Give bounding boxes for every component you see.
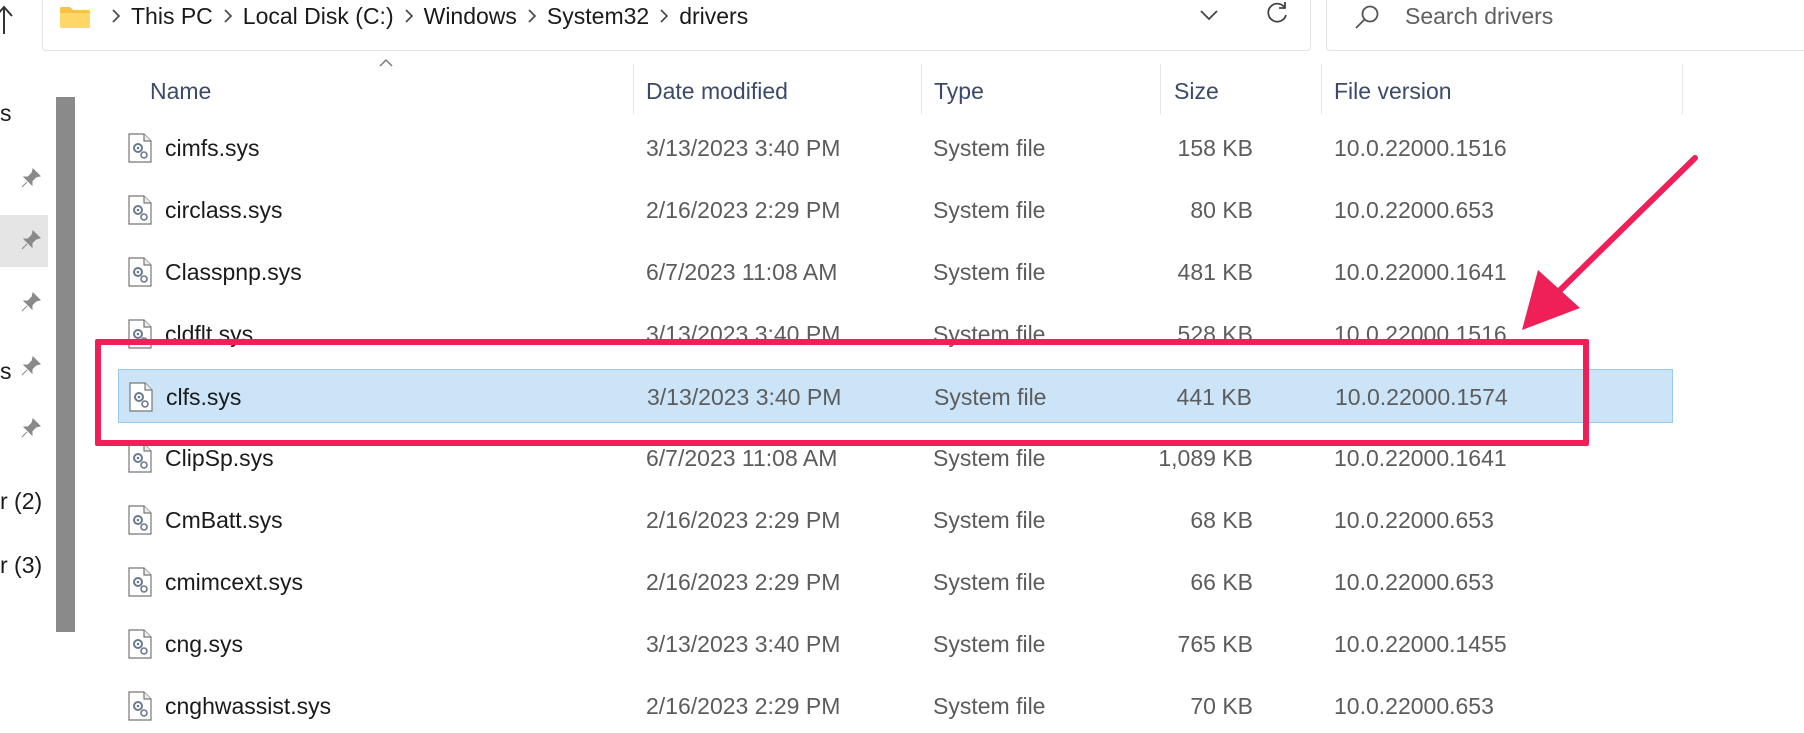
file-type: System file [933, 507, 1046, 533]
file-date-modified: 6/7/2023 11:08 AM [646, 259, 838, 285]
file-row[interactable]: CmBatt.sys 2/16/2023 2:29 PM System file 68… [118, 493, 1673, 547]
nav-item-label-fragment[interactable]: s [0, 100, 12, 127]
file-name: CmBatt.sys [165, 507, 283, 533]
highlight-rectangle [95, 339, 1589, 446]
navigation-pane: s s r (2) r (3) [0, 60, 50, 704]
file-type: System file [933, 693, 1046, 719]
system-file-icon [128, 629, 152, 659]
file-date-modified: 2/16/2023 2:29 PM [646, 197, 841, 223]
file-row[interactable]: cimfs.sys 3/13/2023 3:40 PM System file 158… [118, 121, 1673, 175]
file-type: System file [933, 569, 1046, 595]
breadcrumb-separator-icon[interactable] [217, 9, 239, 23]
file-type: System file [933, 135, 1046, 161]
breadcrumb-separator-icon[interactable] [521, 9, 543, 23]
breadcrumb-separator-icon[interactable] [653, 9, 675, 23]
nav-quick-access-item[interactable] [0, 153, 48, 205]
file-type: System file [933, 631, 1046, 657]
file-date-modified: 2/16/2023 2:29 PM [646, 507, 841, 533]
pin-icon [21, 292, 41, 312]
system-file-icon [128, 505, 152, 535]
breadcrumb-windows[interactable]: Windows [420, 3, 521, 30]
file-size: 70 KB [1190, 693, 1253, 719]
file-size: 481 KB [1177, 259, 1253, 285]
sort-ascending-icon [379, 58, 393, 67]
file-version: 10.0.22000.1516 [1334, 135, 1507, 161]
file-date-modified: 2/16/2023 2:29 PM [646, 569, 841, 595]
file-date-modified: 3/13/2023 3:40 PM [646, 631, 841, 657]
nav-item-label-fragment[interactable]: r (2) [0, 488, 42, 515]
column-divider[interactable] [633, 64, 634, 114]
file-row[interactable]: circlass.sys 2/16/2023 2:29 PM System file… [118, 183, 1673, 237]
file-name: cimfs.sys [165, 135, 260, 161]
system-file-icon [128, 691, 152, 721]
file-version: 10.0.22000.1455 [1334, 631, 1507, 657]
nav-quick-access-item[interactable] [0, 215, 48, 267]
nav-quick-access-item[interactable] [0, 403, 48, 455]
file-version: 10.0.22000.653 [1334, 693, 1494, 719]
file-size: 66 KB [1190, 569, 1253, 595]
chevron-down-icon [1200, 10, 1218, 21]
column-header-size[interactable]: Size [1174, 68, 1219, 114]
file-row[interactable]: cmimcext.sys 2/16/2023 2:29 PM System file… [118, 555, 1673, 609]
red-arrow-annotation [1522, 155, 1698, 330]
file-size: 68 KB [1190, 507, 1253, 533]
column-header-name[interactable]: Name [150, 68, 211, 114]
file-version: 10.0.22000.653 [1334, 197, 1494, 223]
file-name: Classpnp.sys [165, 259, 302, 285]
breadcrumb-local-disk[interactable]: Local Disk (C:) [239, 3, 398, 30]
file-name: circlass.sys [165, 197, 283, 223]
breadcrumb-drivers[interactable]: drivers [675, 3, 752, 30]
column-divider[interactable] [1682, 64, 1683, 114]
file-type: System file [933, 259, 1046, 285]
file-row[interactable]: cng.sys 3/13/2023 3:40 PM System file 765 K… [118, 617, 1673, 671]
nav-scrollbar-thumb[interactable] [56, 97, 75, 632]
breadcrumb-separator-icon[interactable] [398, 9, 420, 23]
system-file-icon [128, 195, 152, 225]
column-header-type[interactable]: Type [934, 68, 984, 114]
folder-icon [60, 7, 90, 28]
column-divider[interactable] [921, 64, 922, 114]
address-bar[interactable]: This PC Local Disk (C:) Windows System32… [42, 0, 1311, 51]
file-type: System file [933, 197, 1046, 223]
search-input[interactable]: Search drivers [1326, 0, 1804, 51]
nav-item-label-fragment[interactable]: r (3) [0, 552, 42, 579]
up-arrow-icon[interactable] [0, 2, 18, 38]
pin-icon [21, 356, 41, 376]
nav-quick-access-item[interactable] [0, 277, 48, 329]
system-file-icon [128, 133, 152, 163]
column-divider[interactable] [1160, 64, 1161, 114]
file-name: cmimcext.sys [165, 569, 303, 595]
file-size: 158 KB [1177, 135, 1253, 161]
file-date-modified: 2/16/2023 2:29 PM [646, 693, 841, 719]
system-file-icon [128, 567, 152, 597]
pin-icon [21, 230, 41, 250]
file-row[interactable]: cnghwassist.sys 2/16/2023 2:29 PM System f… [118, 679, 1673, 733]
breadcrumb-this-pc[interactable]: This PC [127, 3, 217, 30]
refresh-button[interactable] [1261, 0, 1293, 29]
pin-icon [21, 168, 41, 188]
column-divider[interactable] [1321, 64, 1322, 114]
file-size: 765 KB [1177, 631, 1253, 657]
pin-icon [21, 418, 41, 438]
system-file-icon [128, 257, 152, 287]
nav-quick-access-item[interactable] [0, 341, 48, 393]
file-date-modified: 3/13/2023 3:40 PM [646, 135, 841, 161]
file-version: 10.0.22000.1641 [1334, 259, 1507, 285]
address-history-button[interactable] [1193, 1, 1225, 29]
breadcrumb: This PC Local Disk (C:) Windows System32… [105, 0, 752, 35]
file-name: cnghwassist.sys [165, 693, 332, 719]
breadcrumb-separator-icon[interactable] [105, 9, 127, 23]
column-header-file-version[interactable]: File version [1334, 68, 1452, 114]
refresh-icon [1267, 2, 1287, 23]
column-header-date[interactable]: Date modified [646, 68, 788, 114]
system-file-icon [128, 443, 152, 473]
file-name: cng.sys [165, 631, 243, 657]
file-version: 10.0.22000.653 [1334, 569, 1494, 595]
breadcrumb-system32[interactable]: System32 [543, 3, 653, 30]
file-size: 80 KB [1190, 197, 1253, 223]
search-placeholder: Search drivers [1405, 3, 1554, 29]
file-row[interactable]: Classpnp.sys 6/7/2023 11:08 AM System file… [118, 245, 1673, 299]
file-version: 10.0.22000.653 [1334, 507, 1494, 533]
search-icon [1355, 5, 1379, 29]
